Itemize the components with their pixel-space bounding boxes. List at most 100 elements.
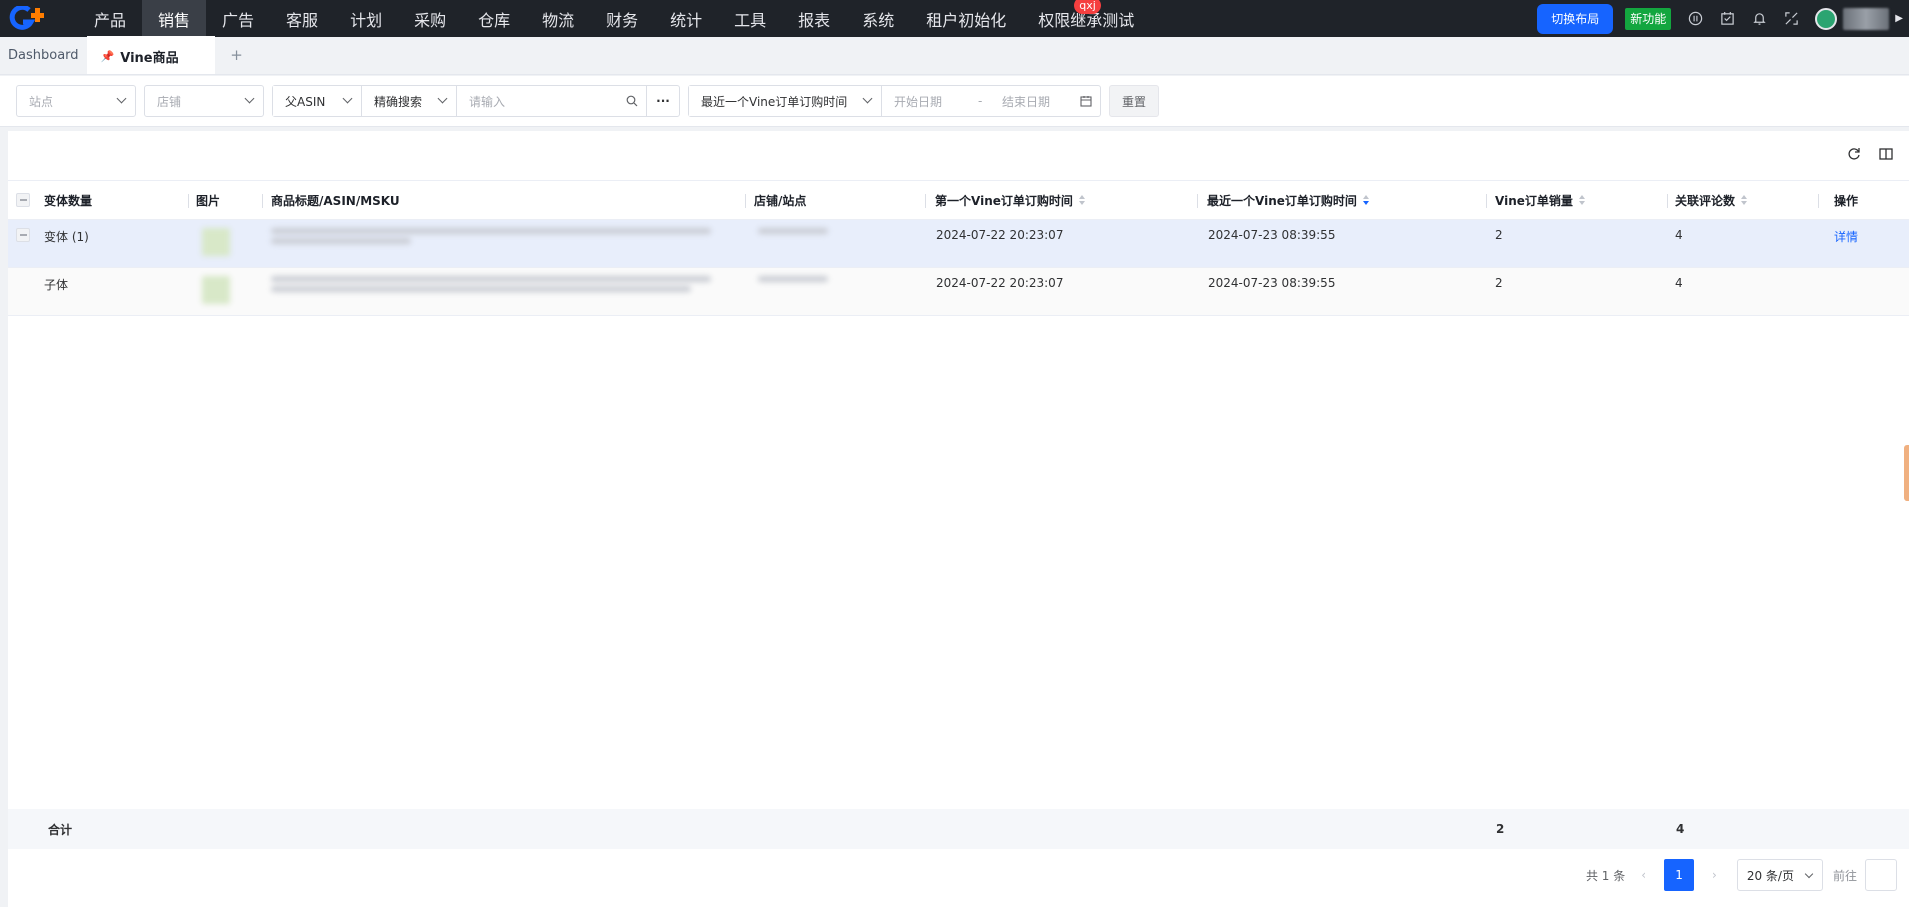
pin-icon[interactable]: 📌 (101, 50, 115, 63)
product-title-redacted (271, 220, 731, 267)
user-name-redacted[interactable] (1843, 7, 1890, 30)
nav-item[interactable]: 计划 (334, 0, 398, 37)
avatar[interactable] (1815, 7, 1838, 30)
col-actions: 操作 (1834, 193, 1859, 208)
switch-layout-button[interactable]: 切换布局 (1537, 3, 1614, 34)
add-tab-button[interactable]: + (215, 36, 259, 74)
table-row[interactable]: 子体 2024-07-22 20:23:07 2024-07-23 08:39:… (8, 268, 1909, 316)
search-icon[interactable] (626, 95, 638, 107)
bell-icon[interactable] (1743, 0, 1775, 37)
date-range-picker[interactable]: 开始日期 - 结束日期 (882, 86, 1100, 116)
sort-icon[interactable] (1078, 195, 1085, 205)
product-image[interactable] (202, 220, 230, 267)
tab-vine-products[interactable]: 📌 Vine商品 (86, 36, 215, 74)
calendar-check-icon[interactable] (1711, 0, 1743, 37)
total-count: 共 1 条 (1585, 868, 1626, 883)
col-vine-sales[interactable]: Vine订单销量 (1495, 181, 1585, 219)
calendar-icon (1080, 96, 1092, 107)
columns-setting-icon[interactable] (1879, 147, 1893, 161)
summary-reviews: 4 (1676, 822, 1685, 836)
new-feature-button[interactable]: 新功能 (1625, 7, 1672, 30)
caret-right-icon[interactable]: ▶ (1895, 13, 1903, 24)
end-date-placeholder: 结束日期 (1002, 94, 1051, 109)
table-footer-summary: 合计 2 4 (8, 809, 1909, 849)
nav-item[interactable]: 客服 (270, 0, 334, 37)
last-vine-order-time: 2024-07-23 08:39:55 (1208, 276, 1336, 290)
col-shop-site: 店铺/站点 (754, 193, 807, 208)
review-count: 4 (1675, 276, 1683, 290)
sort-icon[interactable] (1741, 195, 1748, 205)
nav-item[interactable]: 销售 (142, 0, 207, 37)
info-icon[interactable] (1679, 0, 1711, 37)
vine-sales: 2 (1495, 228, 1503, 242)
shop-site-redacted (758, 268, 828, 315)
nav-item[interactable]: qxj 权限继承测试 (1022, 0, 1150, 37)
col-first-vine-order-time[interactable]: 第一个Vine订单订购时间 (935, 181, 1085, 219)
collapse-row-checkbox[interactable] (16, 228, 30, 242)
nav-item[interactable]: 工具 (718, 0, 782, 37)
shop-select[interactable]: 店铺 (144, 85, 264, 117)
date-separator: - (978, 94, 983, 108)
nav-item[interactable]: 财务 (590, 0, 654, 37)
search-input[interactable]: 请输入 (457, 86, 647, 116)
col-variant-count: 变体数量 (44, 193, 93, 208)
refresh-icon[interactable] (1847, 147, 1861, 161)
nav-item[interactable]: 统计 (654, 0, 718, 37)
more-options-icon[interactable]: ··· (647, 86, 679, 116)
nav-item[interactable]: 系统 (846, 0, 910, 37)
details-link[interactable]: 详情 (1834, 220, 1858, 267)
sort-desc-icon[interactable] (1362, 195, 1369, 205)
tab-dashboard[interactable]: Dashboard (0, 36, 87, 74)
tab-bar: Dashboard 📌 Vine商品 + (0, 36, 1909, 75)
page-button-1[interactable]: 1 (1664, 859, 1695, 891)
chevron-down-icon (862, 93, 873, 104)
collapse-all-checkbox[interactable] (16, 193, 30, 207)
reset-button[interactable]: 重置 (1109, 85, 1159, 117)
search-group: 父ASIN 精确搜索 请输入 ··· (272, 85, 680, 117)
asin-type-select[interactable]: 父ASIN (273, 86, 362, 116)
variant-count: 变体 (1) (44, 230, 89, 244)
nav-item[interactable]: 产品 (78, 0, 142, 37)
col-last-vine-order-time[interactable]: 最近一个Vine订单订购时间 (1207, 181, 1369, 219)
table-tools (1847, 147, 1893, 161)
summary-sales: 2 (1496, 822, 1505, 836)
product-image[interactable] (202, 268, 230, 315)
chevron-down-icon (437, 93, 448, 104)
top-nav: 产品 销售 广告 客服 计划 采购 仓库 物流 财务 统计 工具 报表 系统 租户初始化 qxj 权限继承测试… (0, 0, 1909, 37)
col-label: 关联评论数 (1675, 193, 1736, 208)
search-mode-select[interactable]: 精确搜索 (362, 86, 457, 116)
table-header: 变体数量 图片 商品标题/ASIN/MSKU 店铺/站点 第一个Vine订单订购… (8, 180, 1909, 220)
col-review-count[interactable]: 关联评论数 (1675, 181, 1748, 219)
prev-page-icon[interactable]: ‹ (1641, 868, 1646, 882)
summary-label: 合计 (48, 822, 73, 837)
goto-page-input[interactable] (1865, 859, 1897, 891)
search-mode-value: 精确搜索 (374, 94, 423, 109)
search-placeholder: 请输入 (469, 94, 506, 109)
col-label: Vine订单销量 (1495, 193, 1573, 208)
col-title-asin-msku: 商品标题/ASIN/MSKU (271, 193, 400, 208)
shop-site-redacted (758, 220, 828, 267)
asin-type-value: 父ASIN (285, 94, 326, 109)
side-drawer-handle[interactable] (1904, 445, 1909, 501)
logo[interactable] (0, 0, 58, 37)
nav-item[interactable]: 采购 (398, 0, 462, 37)
page-size-value: 20 条/页 (1746, 868, 1794, 883)
nav-item[interactable]: 仓库 (462, 0, 526, 37)
page-size-select[interactable]: 20 条/页 (1736, 859, 1823, 891)
sort-icon[interactable] (1578, 195, 1585, 205)
date-type-select[interactable]: 最近一个Vine订单订购时间 (689, 86, 882, 116)
nav-item[interactable]: 物流 (526, 0, 590, 37)
nav-item[interactable]: 广告 (206, 0, 270, 37)
next-page-icon[interactable]: › (1712, 868, 1717, 882)
site-select[interactable]: 站点 (16, 85, 136, 117)
first-vine-order-time: 2024-07-22 20:23:07 (936, 228, 1064, 242)
variant-count: 子体 (44, 278, 69, 292)
fullscreen-icon[interactable] (1775, 0, 1807, 37)
table-row[interactable]: 变体 (1) 2024-07-22 20:23:07 2024-07-23 08… (8, 220, 1909, 268)
main-menu: 产品 销售 广告 客服 计划 采购 仓库 物流 财务 统计 工具 报表 系统 租户初始化 qxj 权限继承测试 (78, 0, 1150, 37)
shop-placeholder: 店铺 (157, 94, 182, 109)
chevron-down-icon (244, 93, 255, 104)
start-date-placeholder: 开始日期 (894, 94, 943, 109)
nav-item[interactable]: 报表 (782, 0, 846, 37)
nav-item[interactable]: 租户初始化 (910, 0, 1022, 37)
